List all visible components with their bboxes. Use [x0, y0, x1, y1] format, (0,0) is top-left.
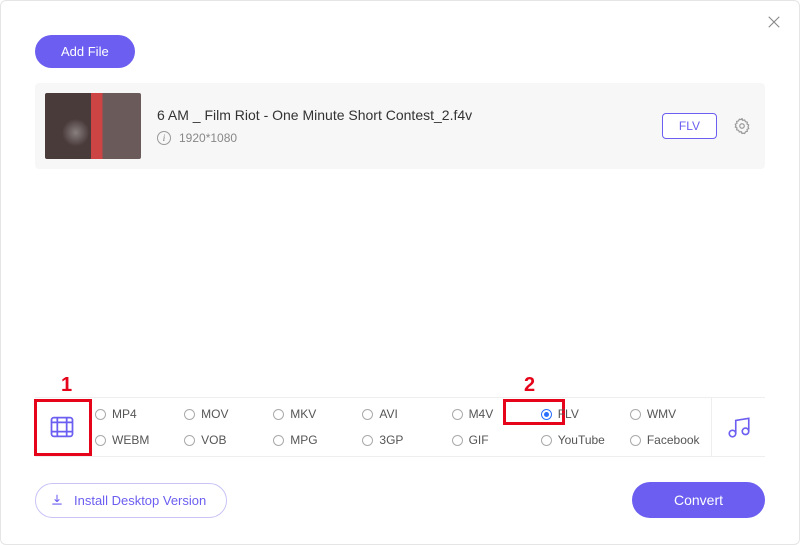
video-formats-icon[interactable] — [35, 398, 89, 456]
convert-button[interactable]: Convert — [632, 482, 765, 518]
format-option-mkv[interactable]: MKV — [269, 404, 352, 424]
format-option-webm[interactable]: WEBM — [91, 430, 174, 450]
format-option-vob[interactable]: VOB — [180, 430, 263, 450]
format-option-flv[interactable]: FLV — [537, 404, 620, 424]
format-badge[interactable]: FLV — [662, 113, 717, 139]
file-item: 6 AM _ Film Riot - One Minute Short Cont… — [35, 83, 765, 169]
format-option-youtube[interactable]: YouTube — [537, 430, 620, 450]
format-option-mov[interactable]: MOV — [180, 404, 263, 424]
info-icon: i — [157, 131, 171, 145]
format-option-wmv[interactable]: WMV — [626, 404, 709, 424]
annotation-label-1: 1 — [61, 374, 72, 397]
format-option-m4v[interactable]: M4V — [448, 404, 531, 424]
format-option-avi[interactable]: AVI — [358, 404, 441, 424]
format-option-facebook[interactable]: Facebook — [626, 430, 709, 450]
formats-bar: MP4 MOV MKV AVI M4V FLV WMV WEBM VOB MPG… — [35, 397, 765, 457]
format-option-3gp[interactable]: 3GP — [358, 430, 441, 450]
file-resolution-row: i 1920*1080 — [157, 131, 646, 145]
format-option-mp4[interactable]: MP4 — [91, 404, 174, 424]
formats-grid: MP4 MOV MKV AVI M4V FLV WMV WEBM VOB MPG… — [89, 398, 711, 456]
file-resolution: 1920*1080 — [179, 131, 237, 145]
file-meta: 6 AM _ Film Riot - One Minute Short Cont… — [157, 107, 646, 145]
add-file-button[interactable]: Add File — [35, 35, 135, 68]
file-title: 6 AM _ Film Riot - One Minute Short Cont… — [157, 107, 646, 123]
footer: Install Desktop Version Convert — [35, 482, 765, 518]
gear-icon[interactable] — [733, 117, 751, 135]
format-option-gif[interactable]: GIF — [448, 430, 531, 450]
format-option-mpg[interactable]: MPG — [269, 430, 352, 450]
video-thumbnail — [45, 93, 141, 159]
audio-formats-icon[interactable] — [711, 398, 765, 456]
download-icon — [50, 493, 64, 507]
close-icon[interactable] — [765, 13, 783, 36]
annotation-label-2: 2 — [524, 374, 535, 397]
install-desktop-button[interactable]: Install Desktop Version — [35, 483, 227, 518]
